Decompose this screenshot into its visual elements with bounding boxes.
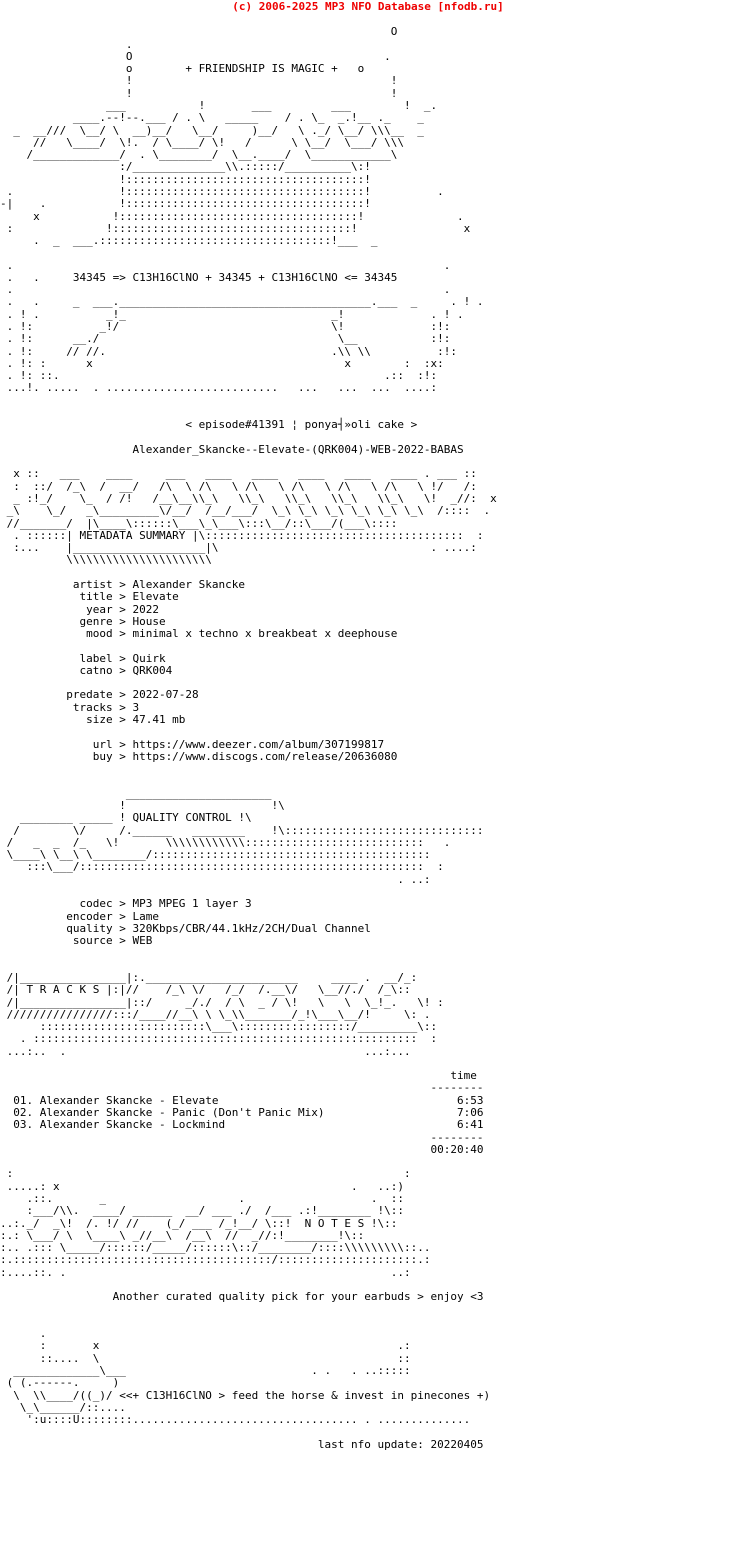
nfodb-copyright-header: (c) 2006-2025 MP3 NFO Database [nfodb.ru… — [232, 0, 504, 13]
nfo-ascii-content: O . O . o + FRIENDSHIP IS MAGIC + o ! ! — [0, 25, 497, 1451]
nfo-document: (c) 2006-2025 MP3 NFO Database [nfodb.ru… — [0, 0, 736, 1560]
nfo-body: O . O . o + FRIENDSHIP IS MAGIC + o ! ! — [0, 14, 736, 1451]
